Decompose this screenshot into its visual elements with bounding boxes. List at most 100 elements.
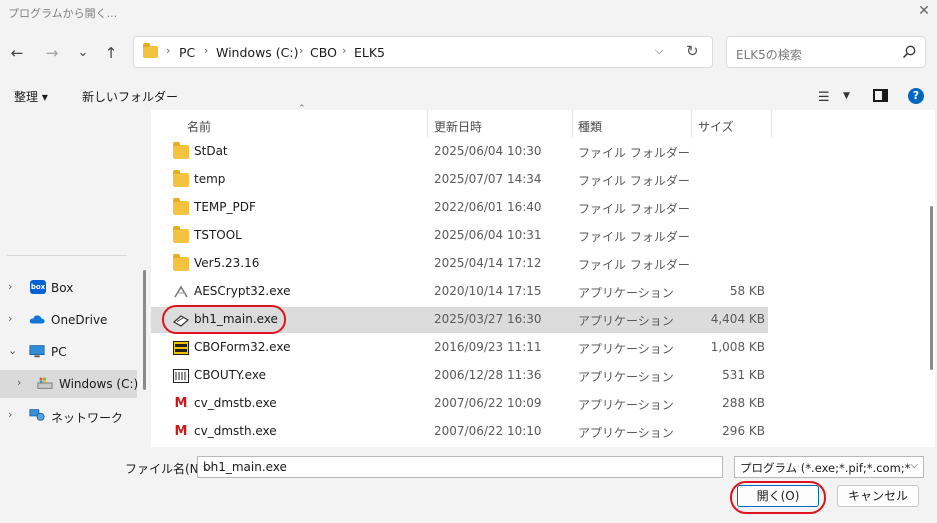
forward-icon[interactable]: → <box>41 44 63 62</box>
chevron-down-icon[interactable]: ⌵ <box>203 460 717 475</box>
search-placeholder[interactable]: ELK5の検索 <box>736 46 802 63</box>
title-bar: プログラムから開く... ✕ <box>0 0 937 24</box>
box-icon: box <box>30 280 46 294</box>
file-size: 4,404 KB <box>710 312 765 326</box>
file-name: TEMP_PDF <box>194 200 256 214</box>
new-folder-button[interactable]: 新しいフォルダー <box>82 88 178 105</box>
chevron-down-icon[interactable]: ⌵ <box>910 460 918 471</box>
file-date: 2025/03/27 16:30 <box>434 312 542 326</box>
file-date: 2025/04/14 17:12 <box>434 256 542 270</box>
file-name: TSTOOL <box>194 228 242 242</box>
folder-icon <box>173 254 189 271</box>
m-app-icon: M <box>174 396 188 411</box>
chevron-right-icon[interactable]: › <box>8 280 12 293</box>
address-dropdown-icon[interactable]: ⌵ <box>655 44 663 58</box>
cboform-app-icon <box>173 341 189 355</box>
chevron-down-icon[interactable]: ⌄ <box>8 344 17 357</box>
chevron-right-icon[interactable]: › <box>8 408 12 421</box>
sidebar-item-label: Box <box>51 281 74 295</box>
file-type: アプリケーション <box>578 286 674 300</box>
sidebar-item-box[interactable]: › box Box <box>0 274 137 302</box>
file-type: アプリケーション <box>578 370 674 384</box>
nav-pane-scrollbar[interactable] <box>143 270 146 390</box>
file-name: temp <box>194 172 226 186</box>
recent-locations-icon[interactable]: ⌄ <box>72 44 94 62</box>
column-divider[interactable] <box>771 110 772 137</box>
file-type-filter[interactable]: プログラム (*.exe;*.pif;*.com;*.bat ⌵ <box>734 456 924 478</box>
highlight-ring-selected-file <box>162 305 286 334</box>
m-app-icon: M <box>174 424 188 439</box>
file-size: 531 KB <box>722 368 765 382</box>
sidebar-item-label: Windows (C:) <box>59 377 139 391</box>
onedrive-icon <box>29 315 45 324</box>
file-list-scrollbar[interactable] <box>930 206 933 370</box>
sidebar-item-windows-c[interactable]: › Windows (C:) <box>0 370 139 398</box>
sidebar-item-pc[interactable]: ⌄ PC <box>0 338 137 366</box>
filename-input[interactable]: bh1_main.exe ⌵ <box>197 456 723 478</box>
file-row[interactable]: TSTOOL 2025/06/04 10:31 ファイル フォルダー <box>151 223 768 249</box>
breadcrumb-cbo[interactable]: CBO <box>310 45 337 60</box>
folder-icon <box>173 226 189 243</box>
file-date: 2007/06/22 10:09 <box>434 396 542 410</box>
file-row[interactable]: Ver5.23.16 2025/04/14 17:12 ファイル フォルダー <box>151 251 768 277</box>
preview-pane-icon[interactable] <box>873 89 888 102</box>
breadcrumb-pc[interactable]: PC <box>179 45 195 60</box>
address-bar[interactable]: › PC › Windows (C:) › CBO › ELK5 ⌵ ↻ <box>133 36 713 68</box>
file-row[interactable]: StDat 2025/06/04 10:30 ファイル フォルダー <box>151 139 768 165</box>
file-row[interactable]: temp 2025/07/07 14:34 ファイル フォルダー <box>151 167 768 193</box>
file-date: 2025/07/07 14:34 <box>434 172 542 186</box>
file-type: ファイル フォルダー <box>578 146 690 160</box>
chevron-right-icon[interactable]: › <box>8 312 12 325</box>
column-divider[interactable] <box>427 110 428 137</box>
close-icon[interactable]: ✕ <box>914 2 934 20</box>
file-row[interactable]: AESCrypt32.exe 2020/10/14 17:15 アプリケーション… <box>151 279 768 305</box>
file-name: CBOForm32.exe <box>194 340 291 354</box>
cancel-button[interactable]: キャンセル <box>837 485 919 507</box>
file-type: アプリケーション <box>578 314 674 328</box>
aescrypt-app-icon <box>174 285 188 298</box>
file-date: 2022/06/01 16:40 <box>434 200 542 214</box>
file-row[interactable]: CBOUTY.exe 2006/12/28 11:36 アプリケーション 531… <box>151 363 768 389</box>
file-type: ファイル フォルダー <box>578 258 690 272</box>
breadcrumb-elk5[interactable]: ELK5 <box>354 45 385 60</box>
column-header-date[interactable]: 更新日時 <box>434 118 482 135</box>
nav-divider <box>7 255 127 256</box>
file-list: ⌃ 名前 更新日時 種類 サイズ StDat 2025/06/04 10:30 … <box>151 104 935 447</box>
view-dropdown-icon[interactable]: ▼ <box>843 91 850 101</box>
column-divider[interactable] <box>691 110 692 137</box>
search-box[interactable]: ELK5の検索 <box>726 36 926 68</box>
view-list-icon[interactable]: ☰ <box>818 90 830 105</box>
column-header-name[interactable]: 名前 <box>187 118 211 135</box>
search-icon[interactable] <box>901 44 917 60</box>
file-date: 2006/12/28 11:36 <box>434 368 542 382</box>
chevron-right-icon[interactable]: › <box>17 376 21 389</box>
open-button[interactable]: 開く(O) <box>737 485 819 507</box>
folder-icon <box>173 142 189 159</box>
window-title: プログラムから開く... <box>8 7 118 20</box>
file-type-filter-value[interactable]: プログラム (*.exe;*.pif;*.com;*.bat <box>740 460 910 476</box>
file-name: StDat <box>194 144 228 158</box>
column-header-size[interactable]: サイズ <box>698 118 734 135</box>
sidebar-item-network[interactable]: › ネットワーク <box>0 402 137 430</box>
refresh-icon[interactable]: ↻ <box>686 42 699 60</box>
file-row[interactable]: M cv_dmstb.exe 2007/06/22 10:09 アプリケーション… <box>151 391 768 417</box>
up-icon[interactable]: ↑ <box>100 44 122 62</box>
help-icon[interactable]: ? <box>908 88 924 104</box>
column-divider[interactable] <box>572 110 573 137</box>
file-name: cv_dmstb.exe <box>194 396 277 410</box>
back-icon[interactable]: ← <box>6 44 28 62</box>
file-type: アプリケーション <box>578 342 674 356</box>
sidebar-item-label: PC <box>51 345 67 359</box>
sidebar-item-onedrive[interactable]: › OneDrive <box>0 306 137 334</box>
file-row[interactable]: M cv_dmsth.exe 2007/06/22 10:10 アプリケーション… <box>151 419 768 445</box>
file-size: 1,008 KB <box>710 340 765 354</box>
file-name: Ver5.23.16 <box>194 256 260 270</box>
file-row[interactable]: CBOForm32.exe 2016/09/23 11:11 アプリケーション … <box>151 335 768 361</box>
column-header-type[interactable]: 種類 <box>578 118 602 135</box>
organize-button[interactable]: 整理 ▾ <box>14 88 48 105</box>
file-date: 2020/10/14 17:15 <box>434 284 542 298</box>
folder-icon <box>143 43 158 58</box>
breadcrumb-windows-c[interactable]: Windows (C:) <box>216 45 298 60</box>
file-size: 58 KB <box>729 284 765 298</box>
file-row[interactable]: TEMP_PDF 2022/06/01 16:40 ファイル フォルダー <box>151 195 768 221</box>
